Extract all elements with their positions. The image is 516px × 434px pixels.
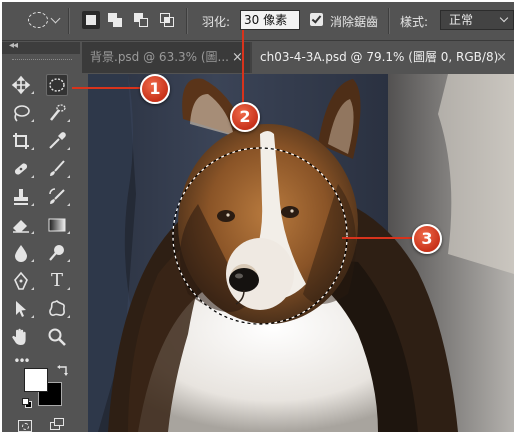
callout-line: [342, 237, 414, 239]
brush-tool[interactable]: [46, 158, 70, 180]
tab-ch03-4-3a-psd[interactable]: ch03-4-3A.psd @ 79.1% (圖層 0, RGB/8): [252, 42, 514, 73]
dodge-icon: [49, 245, 64, 261]
pen-icon: [14, 271, 28, 290]
tools-panel: ◂◂ T •••: [2, 40, 80, 432]
eyedropper-icon: [49, 132, 66, 149]
tab-label: ch03-4-3A.psd @ 79.1% (圖層 0, RGB/8): [260, 50, 499, 64]
custom-shape-tool[interactable]: [46, 298, 70, 320]
divider: [388, 8, 390, 34]
collapse-icon[interactable]: ◂◂: [9, 40, 18, 51]
callout-badge-3: 3: [412, 224, 442, 254]
pen-tool[interactable]: [10, 270, 34, 292]
path-selection-icon: [16, 301, 26, 317]
gradient-tool[interactable]: [46, 214, 70, 236]
chevron-down-icon: [499, 13, 509, 23]
eraser-icon: [13, 220, 29, 233]
quick-selection-tool[interactable]: [46, 102, 70, 124]
elliptical-marquee-tool[interactable]: [46, 74, 68, 96]
hand-icon: [12, 328, 26, 345]
swap-colors-icon[interactable]: [56, 364, 70, 378]
add-to-selection-button[interactable]: [106, 11, 124, 29]
elliptical-marquee-icon: [49, 78, 65, 92]
custom-shape-icon: [49, 300, 65, 317]
document-tab-bar: 背景.psd @ 63.3% (圖... × ch03-4-3A.psd @ 7…: [82, 42, 514, 73]
callout-badge-1: 1: [140, 74, 170, 104]
move-icon: [11, 75, 31, 95]
eyedropper-tool[interactable]: [46, 130, 70, 152]
antialias-label: 消除鋸齒: [330, 15, 379, 29]
move-tool[interactable]: [10, 74, 34, 96]
history-brush-icon: [49, 188, 65, 204]
quick-selection-icon: [50, 104, 66, 121]
lasso-icon: [14, 105, 30, 122]
callout-line: [242, 30, 244, 112]
new-selection-button[interactable]: [82, 11, 100, 29]
default-colors-icon[interactable]: [22, 398, 32, 408]
crop-icon: [13, 133, 29, 149]
hand-tool[interactable]: [10, 326, 32, 348]
clone-stamp-tool[interactable]: [10, 186, 34, 208]
intersect-with-selection-button[interactable]: [158, 11, 176, 29]
history-brush-tool[interactable]: [46, 186, 70, 208]
chevron-down-icon[interactable]: [50, 13, 61, 24]
antialias-checkbox[interactable]: [310, 13, 323, 26]
style-select[interactable]: 正常: [440, 10, 514, 30]
document-canvas[interactable]: [88, 74, 514, 432]
clone-stamp-icon: [14, 189, 28, 205]
more-tools-icon: •••: [13, 354, 30, 368]
tab-background-psd[interactable]: 背景.psd @ 63.3% (圖...: [82, 42, 250, 73]
crop-tool[interactable]: [10, 130, 34, 152]
tools-panel-header[interactable]: ◂◂: [2, 40, 80, 54]
panel-grip[interactable]: [12, 59, 72, 62]
tab-label: 背景.psd @ 63.3% (圖...: [90, 50, 229, 64]
divider: [68, 8, 70, 34]
elliptical-marquee-preset-icon[interactable]: [28, 12, 48, 28]
quick-mask-icon[interactable]: [18, 420, 32, 432]
screen-mode-icon[interactable]: [50, 418, 64, 430]
tab-close-icon[interactable]: ×: [496, 42, 507, 73]
blur-tool[interactable]: [10, 242, 34, 264]
blur-icon: [15, 245, 27, 262]
subtract-from-selection-button[interactable]: [132, 11, 150, 29]
lasso-tool[interactable]: [10, 102, 34, 124]
zoom-tool[interactable]: [46, 326, 68, 348]
divider: [186, 8, 188, 34]
zoom-icon: [48, 328, 66, 346]
eraser-tool[interactable]: [10, 214, 34, 236]
foreground-color-swatch[interactable]: [24, 368, 48, 392]
path-selection-tool[interactable]: [10, 298, 34, 320]
gradient-icon: [48, 218, 66, 232]
callout-badge-2: 2: [230, 102, 260, 132]
style-value: 正常: [449, 13, 474, 27]
type-icon: T: [50, 270, 63, 291]
dodge-tool[interactable]: [46, 242, 70, 264]
type-tool[interactable]: T: [46, 270, 70, 292]
style-label: 樣式:: [400, 15, 429, 29]
dog-photo: [88, 74, 514, 432]
photoshop-window: 羽化: 30 像素 消除鋸齒 樣式: 正常 ◂◂ T ••• 背景.psd @ …: [2, 2, 514, 432]
spot-healing-tool[interactable]: [10, 158, 34, 180]
feather-input[interactable]: 30 像素: [240, 10, 300, 30]
options-bar: 羽化: 30 像素 消除鋸齒 樣式: 正常: [2, 2, 514, 41]
feather-label: 羽化:: [202, 15, 231, 29]
callout-line: [72, 87, 148, 89]
brush-icon: [50, 160, 65, 176]
spot-healing-icon: [14, 163, 28, 175]
